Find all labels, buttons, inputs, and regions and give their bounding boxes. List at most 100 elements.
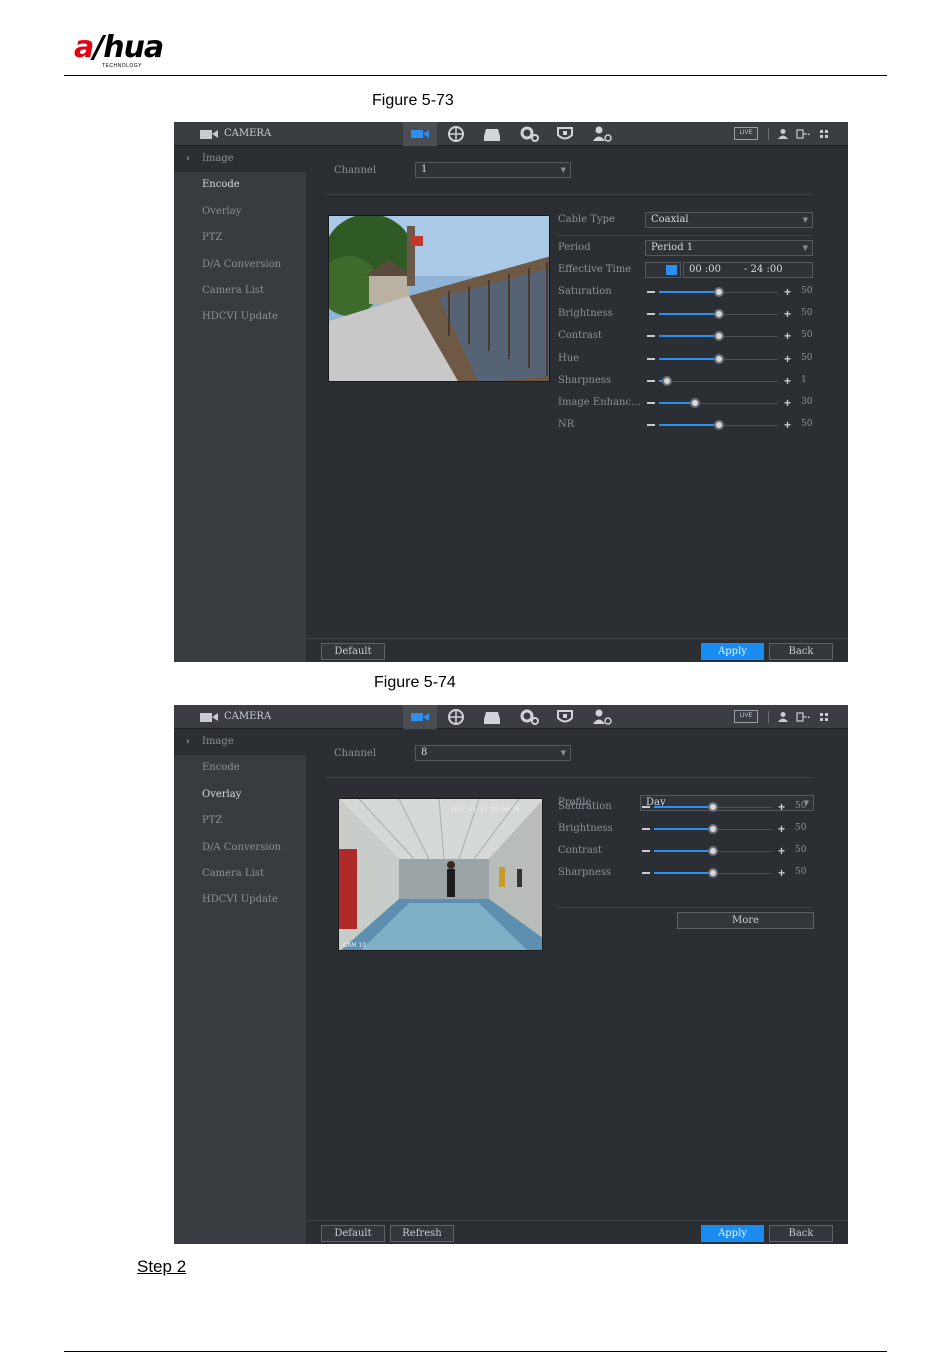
slider-value: 50	[795, 867, 807, 877]
plus-icon[interactable]: +	[778, 801, 785, 813]
sidebar-item-camera-list[interactable]: Camera List	[174, 278, 306, 304]
sidebar-item-da-conversion[interactable]: D/A Conversion	[174, 252, 306, 278]
plus-icon[interactable]: +	[778, 845, 785, 857]
grid-icon[interactable]	[819, 128, 829, 143]
grid-icon[interactable]	[819, 711, 829, 726]
plus-icon[interactable]: +	[784, 286, 791, 298]
slider-handle[interactable]	[713, 353, 724, 364]
slider-handle[interactable]	[713, 331, 724, 342]
security-nav-icon[interactable]	[548, 705, 582, 729]
minus-icon[interactable]	[642, 850, 650, 852]
camera-nav-icon[interactable]	[403, 705, 437, 729]
sidebar-item-encode[interactable]: Encode	[174, 172, 306, 198]
account-nav-icon[interactable]	[584, 705, 618, 729]
security-nav-icon[interactable]	[548, 122, 582, 146]
dropdown-arrow-icon: ▼	[560, 166, 566, 174]
slider-track[interactable]	[659, 380, 778, 382]
sidebar-item-hdcvi-update[interactable]: HDCVI Update	[174, 304, 306, 330]
slider-label: Saturation	[558, 286, 612, 297]
sidebar-item-hdcvi-update[interactable]: HDCVI Update	[174, 887, 306, 913]
period-select[interactable]: Period 1 ▼	[645, 240, 813, 256]
camera-preview	[328, 215, 550, 382]
slider-label: Image Enhanc...	[558, 397, 641, 408]
logout-icon[interactable]	[796, 128, 812, 143]
slider-handle[interactable]	[661, 375, 672, 386]
minus-icon[interactable]	[647, 291, 655, 293]
camera-nav-icon[interactable]	[403, 122, 437, 146]
effective-time-field[interactable]: 00 :00 - 24 :00	[683, 262, 813, 278]
slider-handle[interactable]	[713, 287, 724, 297]
plus-icon[interactable]: +	[784, 397, 791, 409]
plus-icon[interactable]: +	[778, 867, 785, 879]
channel-label: Channel	[334, 165, 377, 176]
step-label: Step 2	[137, 1257, 187, 1276]
sidebar-item-overlay[interactable]: Overlay	[174, 199, 306, 225]
sidebar: › Image Encode Overlay PTZ D/A Conversion…	[174, 146, 306, 662]
plus-icon[interactable]: +	[784, 330, 791, 342]
network-nav-icon[interactable]	[439, 122, 473, 146]
slider-handle[interactable]	[689, 398, 700, 408]
minus-icon[interactable]	[647, 379, 655, 382]
storage-nav-icon[interactable]	[475, 705, 509, 729]
account-nav-icon[interactable]	[584, 122, 618, 146]
live-button[interactable]: LIVE	[734, 127, 758, 140]
default-button[interactable]: Default	[321, 643, 385, 660]
storage-nav-icon[interactable]	[475, 122, 509, 146]
sidebar-item-overlay[interactable]: Overlay	[174, 782, 306, 808]
user-icon[interactable]	[778, 128, 788, 143]
sidebar-item-da-conversion[interactable]: D/A Conversion	[174, 835, 306, 861]
slider-label: Brightness	[558, 823, 613, 834]
slider-handle[interactable]	[708, 846, 718, 856]
plus-icon[interactable]: +	[778, 823, 785, 835]
refresh-button[interactable]: Refresh	[390, 1225, 454, 1242]
user-icon[interactable]	[778, 711, 788, 726]
sidebar-item-ptz[interactable]: PTZ	[174, 808, 306, 834]
back-button[interactable]: Back	[769, 643, 833, 660]
network-nav-icon[interactable]	[439, 705, 473, 729]
plus-icon[interactable]: +	[784, 375, 791, 387]
apply-button[interactable]: Apply	[701, 1225, 764, 1242]
plus-icon[interactable]: +	[784, 353, 791, 365]
period-color-swatch[interactable]	[645, 262, 681, 278]
slider-handle[interactable]	[708, 824, 718, 834]
minus-icon[interactable]	[647, 424, 655, 427]
logout-icon[interactable]	[796, 711, 812, 726]
more-button[interactable]: More	[677, 912, 814, 929]
minus-icon[interactable]	[642, 872, 650, 874]
live-button[interactable]: LIVE	[734, 710, 758, 723]
minus-icon[interactable]	[642, 806, 650, 808]
footer-rule	[64, 1351, 887, 1352]
channel-select[interactable]: 1 ▼	[415, 162, 571, 178]
sidebar-item-encode[interactable]: Encode	[174, 755, 306, 781]
system-nav-icon[interactable]	[512, 705, 546, 729]
channel-select[interactable]: 8 ▼	[415, 745, 571, 761]
plus-icon[interactable]: +	[784, 419, 791, 431]
divider	[556, 907, 814, 908]
profile-select[interactable]: Day ▼	[640, 795, 814, 811]
sidebar-item-ptz[interactable]: PTZ	[174, 225, 306, 251]
slider-handle[interactable]	[713, 309, 724, 320]
plus-icon[interactable]: +	[784, 308, 791, 320]
minus-icon[interactable]	[647, 313, 655, 316]
sidebar-item-image[interactable]: › Image	[174, 729, 306, 755]
slider-handle[interactable]	[708, 868, 718, 878]
sidebar-item-image[interactable]: › Image	[174, 146, 306, 172]
slider-handle[interactable]	[708, 802, 718, 812]
minus-icon[interactable]	[647, 402, 655, 404]
apply-button[interactable]: Apply	[701, 643, 764, 660]
cable-type-select[interactable]: Coaxial ▼	[645, 212, 813, 228]
default-button[interactable]: Default	[321, 1225, 385, 1242]
system-nav-icon[interactable]	[512, 122, 546, 146]
slider-label: Hue	[558, 352, 580, 364]
sidebar-item-camera-list[interactable]: Camera List	[174, 861, 306, 887]
minus-icon[interactable]	[647, 357, 655, 360]
figure-caption-1: Figure 5-73	[372, 92, 454, 109]
minus-icon[interactable]	[642, 828, 650, 830]
figure-caption-2: Figure 5-74	[374, 674, 456, 691]
slider-label: Sharpness	[558, 374, 612, 386]
slider-handle[interactable]	[713, 420, 724, 431]
minus-icon[interactable]	[647, 335, 655, 338]
slider-value: 50	[801, 330, 813, 341]
cable-type-label: Cable Type	[558, 214, 615, 225]
back-button[interactable]: Back	[769, 1225, 833, 1242]
